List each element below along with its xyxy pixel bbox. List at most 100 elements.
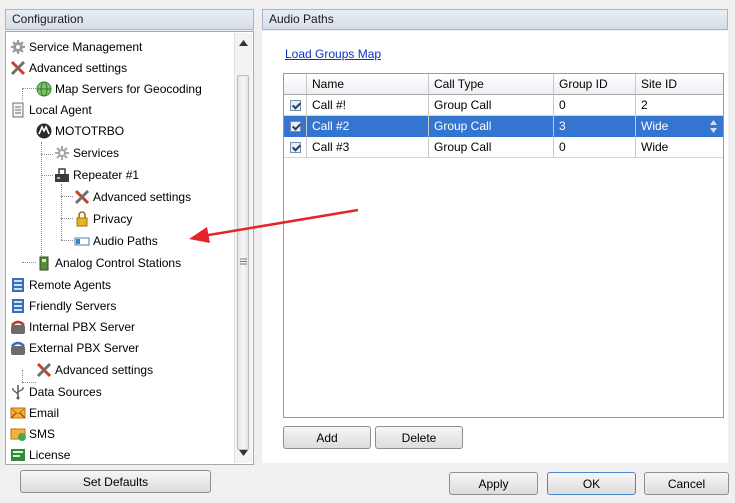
add-button[interactable]: Add [283, 426, 371, 449]
configuration-title: Configuration [12, 12, 84, 26]
row-checkbox-cell[interactable] [284, 137, 307, 158]
tree-item-label: Services [73, 145, 120, 160]
license-icon [11, 448, 25, 461]
tree-item-label: Remote Agents [29, 277, 112, 292]
tree-item-label: Map Servers for Geocoding [55, 81, 202, 96]
column-header-group-id[interactable]: Group ID [554, 74, 636, 95]
cell-site-id-value: Wide [641, 119, 669, 133]
tree-item-label: Advanced settings [93, 189, 192, 204]
cell-group-id[interactable]: 3 [554, 116, 636, 137]
gear-icon [11, 39, 25, 54]
cell-name[interactable]: Call #3 [307, 137, 429, 158]
email-icon [10, 407, 26, 419]
cell-name[interactable]: Call #2 [307, 116, 429, 137]
tree-connector [61, 184, 62, 240]
tree-item-label: Audio Paths [93, 233, 158, 248]
tree-item-label: License [29, 447, 71, 462]
row-checkbox[interactable] [290, 121, 301, 132]
motorola-logo-icon [36, 123, 52, 139]
cell-group-id[interactable]: 0 [554, 95, 636, 116]
tree-item-label: Analog Control Stations [55, 255, 182, 270]
tree-item-internal-pbx[interactable]: Internal PBX Server [10, 316, 135, 336]
server-icon [12, 277, 24, 292]
spinner-arrows-icon[interactable] [710, 120, 717, 133]
tree-item-label: Advanced settings [55, 362, 154, 377]
tree-item-service-management[interactable]: Service Management [10, 36, 142, 56]
sms-icon [10, 428, 26, 441]
tree-item-label: Friendly Servers [29, 298, 117, 313]
tree-item-label: Repeater #1 [73, 167, 140, 182]
tree-item-privacy[interactable]: Privacy [74, 208, 132, 228]
column-header-call-type[interactable]: Call Type [429, 74, 554, 95]
tree-item-pbx-advanced-settings[interactable]: Advanced settings [36, 359, 153, 379]
tree-item-external-pbx[interactable]: External PBX Server [10, 337, 139, 357]
tools-icon [36, 362, 52, 377]
tree-connector [41, 142, 42, 262]
repeater-icon [55, 168, 69, 182]
grid-header-check [284, 74, 307, 95]
set-defaults-button[interactable]: Set Defaults [20, 470, 211, 493]
tree-item-repeater-1[interactable]: Repeater #1 [54, 164, 139, 184]
tree-connector [22, 88, 36, 89]
tree-item-remote-agents[interactable]: Remote Agents [10, 274, 111, 294]
tree-item-services[interactable]: Services [54, 142, 119, 162]
tree-item-sms[interactable]: SMS [10, 423, 55, 443]
tree-item-local-agent[interactable]: Local Agent [10, 99, 92, 119]
apply-button[interactable]: Apply [449, 472, 538, 495]
row-checkbox-cell[interactable] [284, 95, 307, 116]
tree-item-analog-control-stations[interactable]: Analog Control Stations [36, 252, 181, 272]
row-checkbox[interactable] [290, 100, 301, 111]
tree-connector [61, 240, 73, 241]
tools-icon [10, 60, 26, 75]
cancel-button[interactable]: Cancel [644, 472, 729, 495]
tree-item-audio-paths[interactable]: Audio Paths [74, 230, 158, 250]
delete-button[interactable]: Delete [375, 426, 463, 449]
row-checkbox-cell[interactable] [284, 116, 307, 137]
audio-paths-title: Audio Paths [269, 12, 334, 26]
cell-site-id[interactable]: 2 [636, 95, 723, 116]
tree-connector [41, 154, 53, 155]
cell-group-id[interactable]: 0 [554, 137, 636, 158]
cell-site-id[interactable]: Wide [636, 116, 723, 137]
tree-item-label: Advanced settings [29, 60, 128, 75]
configuration-header: Configuration [5, 9, 254, 30]
server-icon [12, 298, 24, 313]
tree-item-label: Privacy [93, 211, 133, 226]
tree-item-label: External PBX Server [29, 340, 140, 355]
tree-connector [61, 196, 73, 197]
tree-item-email[interactable]: Email [10, 402, 59, 422]
cell-call-type[interactable]: Group Call [429, 95, 554, 116]
tree-item-label: Service Management [29, 39, 143, 54]
cell-call-type[interactable]: Group Call [429, 137, 554, 158]
tree-item-friendly-servers[interactable]: Friendly Servers [10, 295, 116, 315]
tree-item-repeater-advanced-settings[interactable]: Advanced settings [74, 186, 191, 206]
tree-item-advanced-settings[interactable]: Advanced settings [10, 57, 127, 77]
scroll-up-icon[interactable] [239, 40, 248, 46]
tree-item-license[interactable]: License [10, 444, 70, 464]
audio-paths-header: Audio Paths [262, 9, 728, 30]
phone-icon [11, 341, 25, 355]
column-header-site-id[interactable]: Site ID [636, 74, 723, 95]
ok-button[interactable]: OK [547, 472, 636, 495]
tree-connector [41, 175, 53, 176]
gear-icon [55, 145, 69, 160]
grip-icon [240, 258, 247, 265]
tree-item-mototrbo[interactable]: MOTOTRBO [36, 120, 124, 140]
cell-call-type[interactable]: Group Call [429, 116, 554, 137]
scroll-down-icon[interactable] [239, 450, 248, 456]
row-checkbox[interactable] [290, 142, 301, 153]
tree-item-label: Data Sources [29, 384, 102, 399]
document-icon [12, 102, 24, 118]
cell-name[interactable]: Call #! [307, 95, 429, 116]
usb-icon [12, 384, 24, 400]
tree-item-map-servers[interactable]: Map Servers for Geocoding [36, 78, 202, 98]
column-header-name[interactable]: Name [307, 74, 429, 95]
tree-item-data-sources[interactable]: Data Sources [10, 381, 102, 401]
cell-site-id[interactable]: Wide [636, 137, 723, 158]
tree-item-label: Local Agent [29, 102, 92, 117]
tree-item-label: Email [29, 405, 60, 420]
tree-connector [61, 218, 73, 219]
load-groups-map-link[interactable]: Load Groups Map [285, 47, 381, 61]
tree-connector [22, 262, 36, 263]
globe-icon [36, 81, 52, 97]
